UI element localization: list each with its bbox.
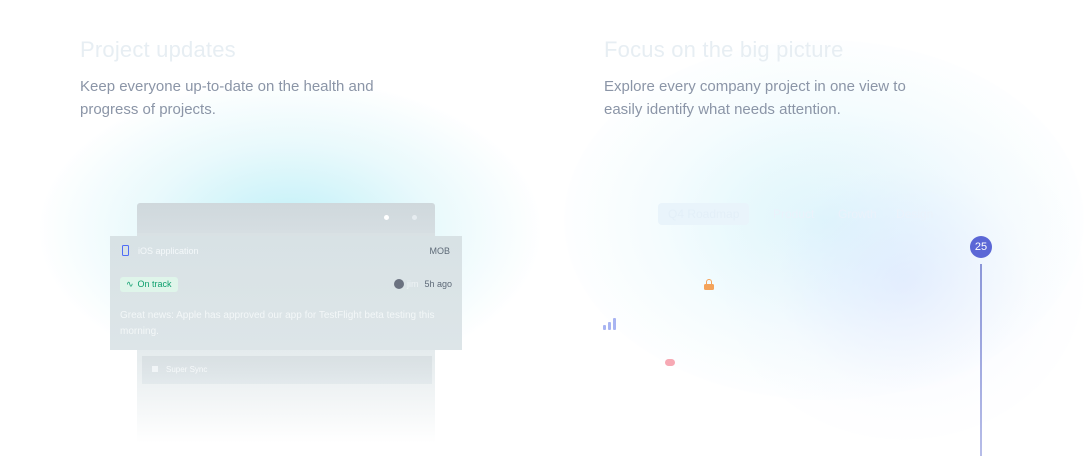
update-meta: jim 5h ago [393, 279, 452, 289]
author-name: jim [406, 279, 419, 289]
bar-chart-icon [603, 318, 617, 330]
big-picture-panel: Focus on the big picture Explore every c… [544, 0, 1088, 456]
pulse-icon: ∿ [126, 279, 134, 289]
update-message: Great news: Apple has approved our app f… [120, 310, 435, 337]
mock-window-header [137, 203, 435, 233]
lock-icon [704, 279, 714, 290]
project-update-card[interactable]: iOS application MOB ∿ On track jim 5h ago … [110, 236, 462, 350]
panel-title: Focus on the big picture [604, 37, 844, 62]
avatar [393, 279, 404, 289]
tab-design[interactable]: Design [896, 203, 933, 225]
tab-product[interactable]: Product [773, 203, 814, 225]
phone-icon [122, 245, 129, 256]
project-icon [152, 366, 158, 372]
panel-title: Project updates [80, 37, 236, 62]
list-item-label: Super Sync [166, 365, 208, 374]
panel-description: Explore every company project in one vie… [604, 78, 906, 118]
tab-q4-roadmap[interactable]: Q4 Roadmap [658, 203, 750, 225]
panel-description: Keep everyone up-to-date on the health a… [80, 78, 374, 118]
card-header: iOS application MOB [122, 244, 450, 260]
timeline-line [980, 264, 982, 456]
pill-icon [665, 359, 675, 366]
project-code: MOB [429, 246, 450, 256]
status-badge: ∿ On track [120, 277, 178, 292]
update-time: 5h ago [424, 279, 452, 289]
tab-growth[interactable]: Growth [838, 203, 877, 225]
project-name: iOS application [138, 246, 199, 256]
status-label: On track [137, 279, 172, 289]
window-dot-icon [384, 215, 389, 220]
window-dot-icon [412, 215, 417, 220]
background-glow [724, 120, 1084, 440]
timeline-count-badge: 25 [970, 236, 992, 258]
project-updates-panel: Project updates Keep everyone up-to-date… [0, 0, 544, 456]
list-item[interactable]: Super Sync [142, 356, 432, 384]
